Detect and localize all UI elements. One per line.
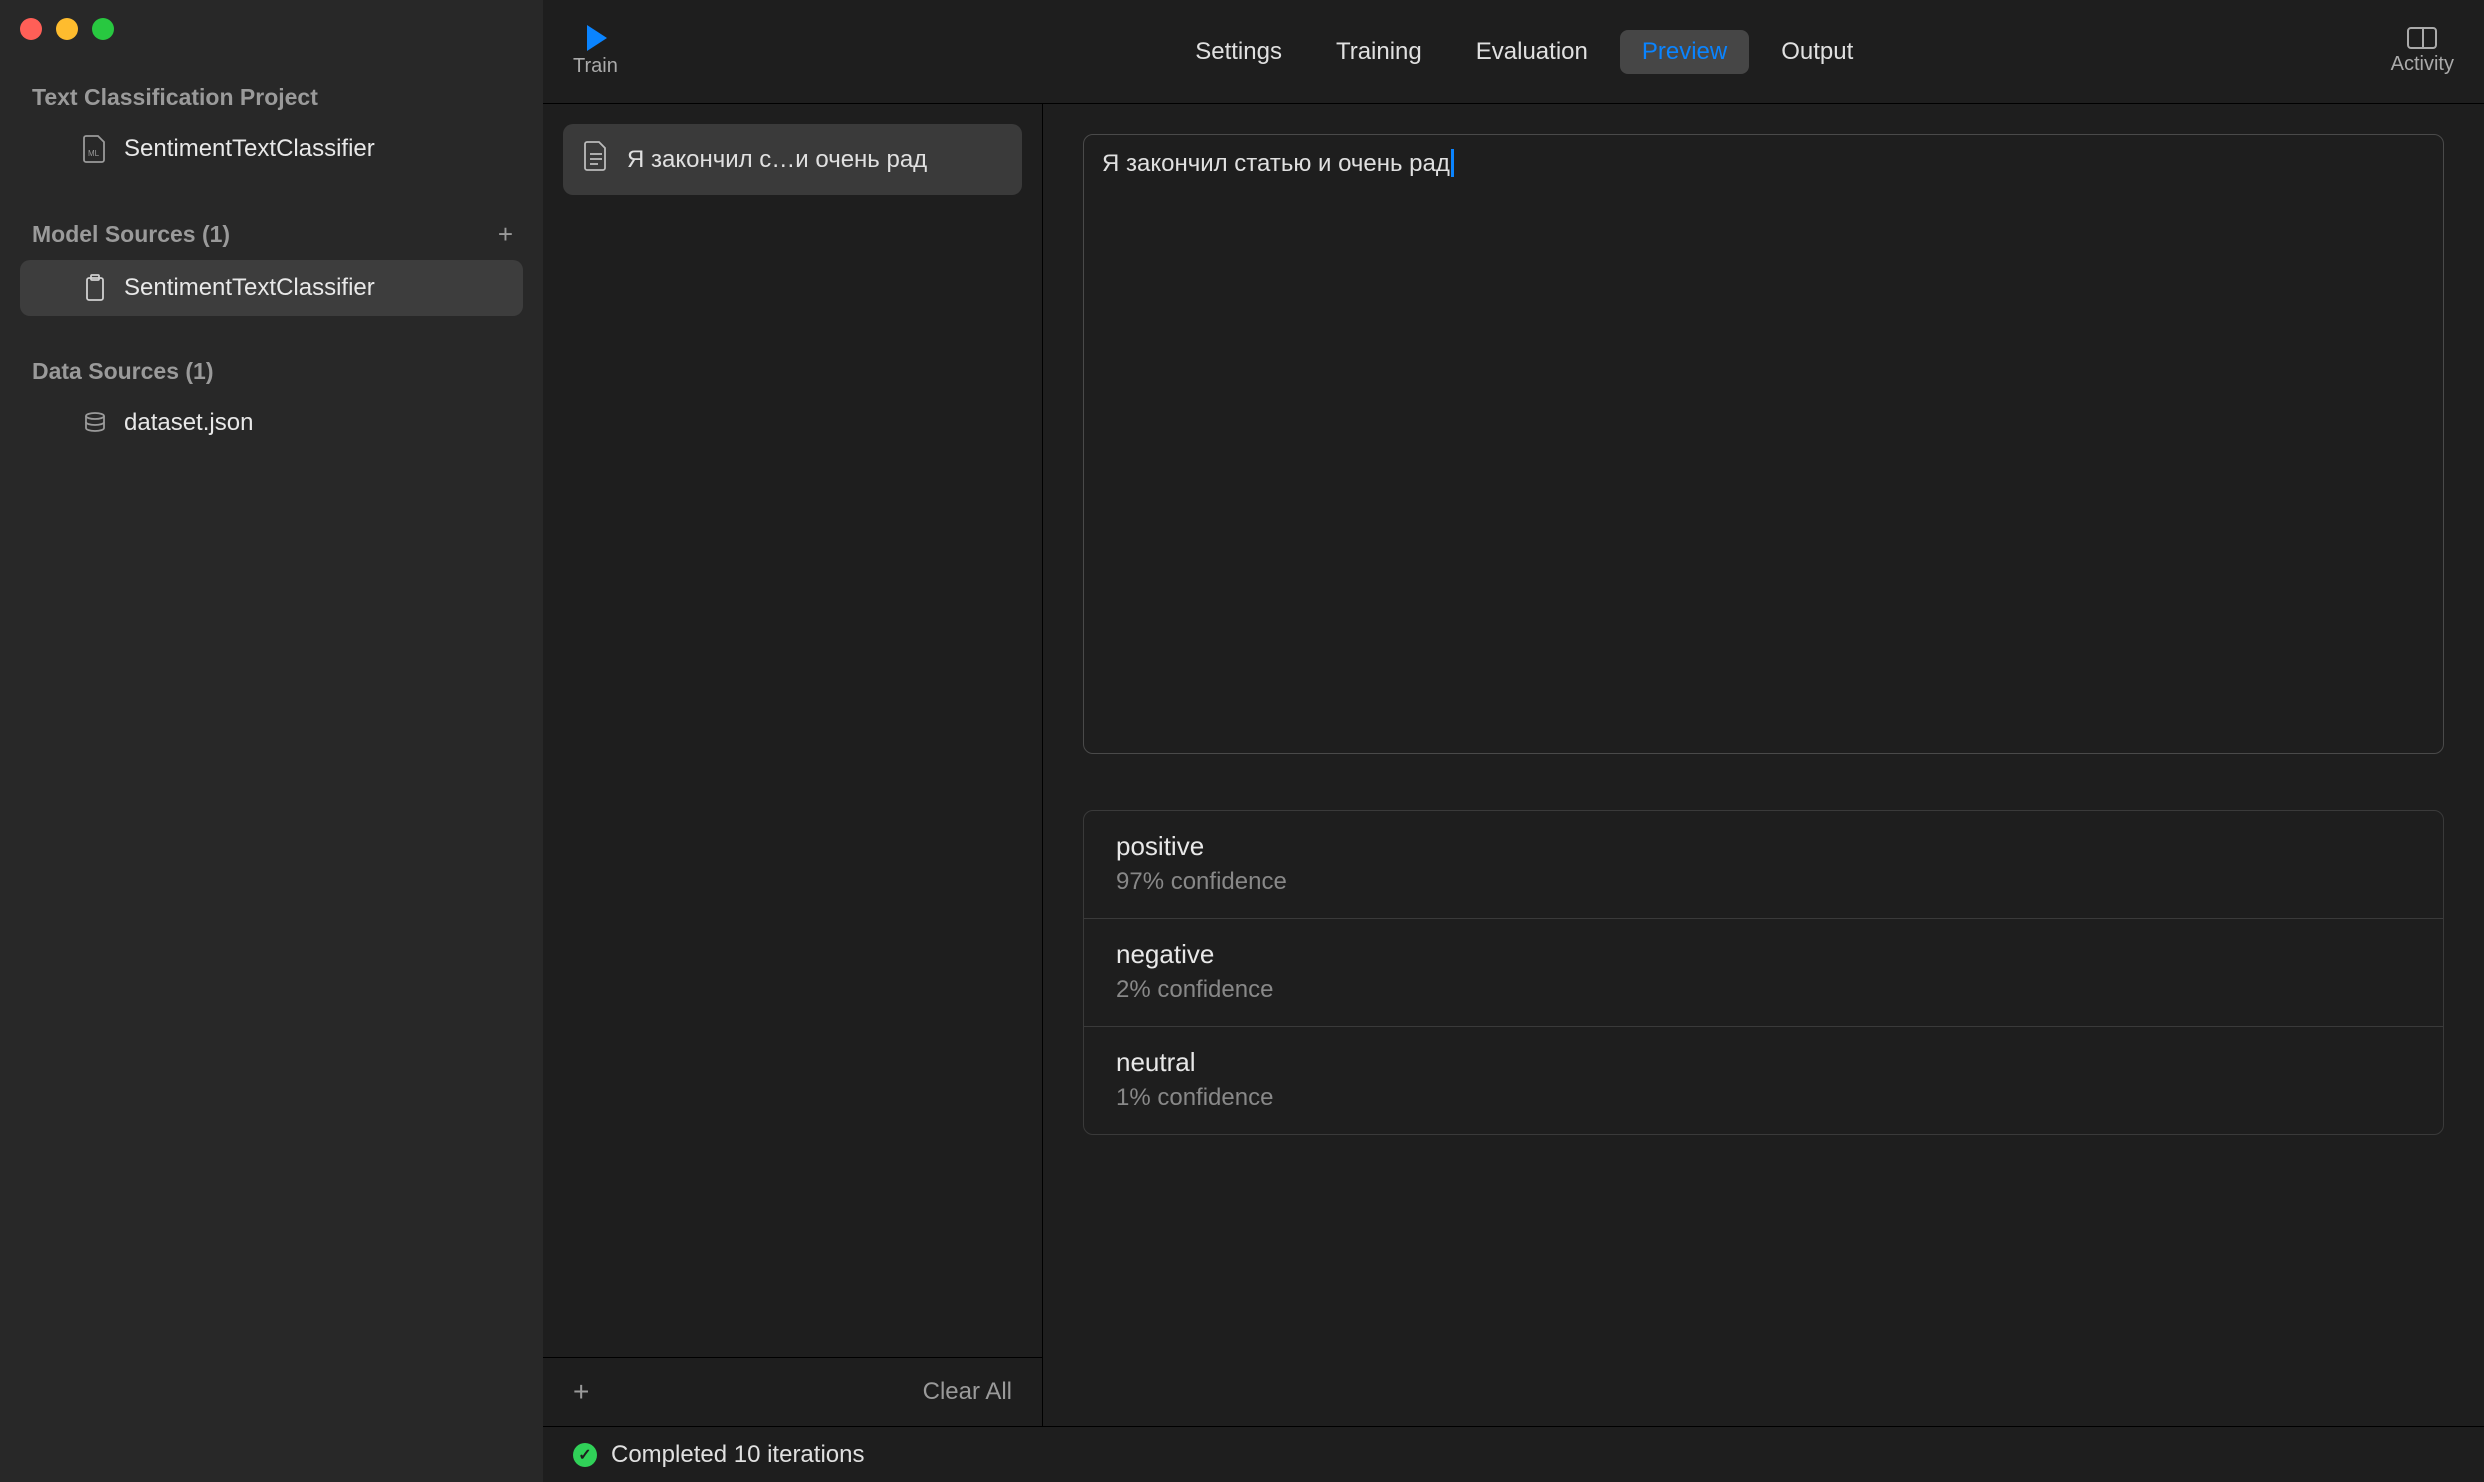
add-model-source-button[interactable]: + (498, 219, 513, 250)
sidebar: Text Classification Project ML Sentiment… (0, 0, 543, 1482)
preview-list-item[interactable]: Я закончил с…и очень рад (563, 124, 1022, 195)
train-label: Train (573, 55, 618, 78)
tab-preview[interactable]: Preview (1620, 30, 1749, 74)
preview-list: Я закончил с…и очень рад + Clear All (543, 104, 1043, 1426)
preview-text-input[interactable]: Я закончил статью и очень рад (1083, 134, 2444, 754)
sidebar-item-label: SentimentTextClassifier (124, 274, 375, 302)
clear-all-button[interactable]: Clear All (923, 1378, 1012, 1406)
result-row: negative 2% confidence (1084, 919, 2443, 1027)
result-row: positive 97% confidence (1084, 811, 2443, 919)
activity-label: Activity (2391, 53, 2454, 76)
train-button[interactable]: Train (573, 25, 618, 78)
ml-model-icon: ML (82, 136, 108, 162)
result-confidence: 1% confidence (1116, 1084, 2411, 1112)
model-sources-header: Model Sources (1) + (0, 211, 543, 258)
success-icon: ✓ (573, 1443, 597, 1467)
toolbar: Train Settings Training Evaluation Previ… (543, 0, 2484, 104)
tabs: Settings Training Evaluation Preview Out… (1173, 30, 1875, 74)
project-header: Text Classification Project (0, 76, 543, 119)
sidebar-item-data-source[interactable]: dataset.json (20, 395, 523, 451)
tab-output[interactable]: Output (1759, 30, 1875, 74)
sidebar-item-label: dataset.json (124, 409, 253, 437)
result-confidence: 2% confidence (1116, 976, 2411, 1004)
preview-list-footer: + Clear All (543, 1357, 1042, 1426)
minimize-window-button[interactable] (56, 18, 78, 40)
content-area: Train Settings Training Evaluation Previ… (543, 0, 2484, 1482)
add-preview-button[interactable]: + (573, 1376, 589, 1408)
activity-button[interactable]: Activity (2391, 27, 2454, 76)
workspace: Я закончил с…и очень рад + Clear All Я з… (543, 104, 2484, 1426)
clipboard-icon (82, 275, 108, 301)
sidebar-item-model-source[interactable]: SentimentTextClassifier (20, 260, 523, 316)
preview-text-value: Я закончил статью и очень рад (1102, 150, 1450, 177)
classification-results: positive 97% confidence negative 2% conf… (1083, 810, 2444, 1135)
detail-panel: Я закончил статью и очень рад positive 9… (1043, 104, 2484, 1426)
play-icon (587, 25, 607, 51)
result-label: neutral (1116, 1047, 2411, 1078)
model-sources-title: Model Sources (1) (32, 221, 230, 248)
project-title: Text Classification Project (32, 84, 318, 111)
panel-icon (2407, 27, 2437, 49)
database-icon (82, 410, 108, 436)
data-sources-header: Data Sources (1) (0, 350, 543, 393)
document-icon (583, 140, 609, 179)
close-window-button[interactable] (20, 18, 42, 40)
svg-text:ML: ML (88, 149, 100, 158)
sidebar-item-label: SentimentTextClassifier (124, 135, 375, 163)
tab-settings[interactable]: Settings (1173, 30, 1304, 74)
data-sources-title: Data Sources (1) (32, 358, 214, 385)
sidebar-item-project-model[interactable]: ML SentimentTextClassifier (20, 121, 523, 177)
status-bar: ✓ Completed 10 iterations (543, 1426, 2484, 1482)
status-text: Completed 10 iterations (611, 1441, 864, 1469)
text-cursor (1451, 149, 1454, 177)
preview-item-label: Я закончил с…и очень рад (627, 146, 927, 174)
maximize-window-button[interactable] (92, 18, 114, 40)
result-row: neutral 1% confidence (1084, 1027, 2443, 1134)
window-controls (0, 18, 543, 40)
result-confidence: 97% confidence (1116, 868, 2411, 896)
tab-training[interactable]: Training (1314, 30, 1444, 74)
tab-evaluation[interactable]: Evaluation (1454, 30, 1610, 74)
result-label: positive (1116, 831, 2411, 862)
result-label: negative (1116, 939, 2411, 970)
